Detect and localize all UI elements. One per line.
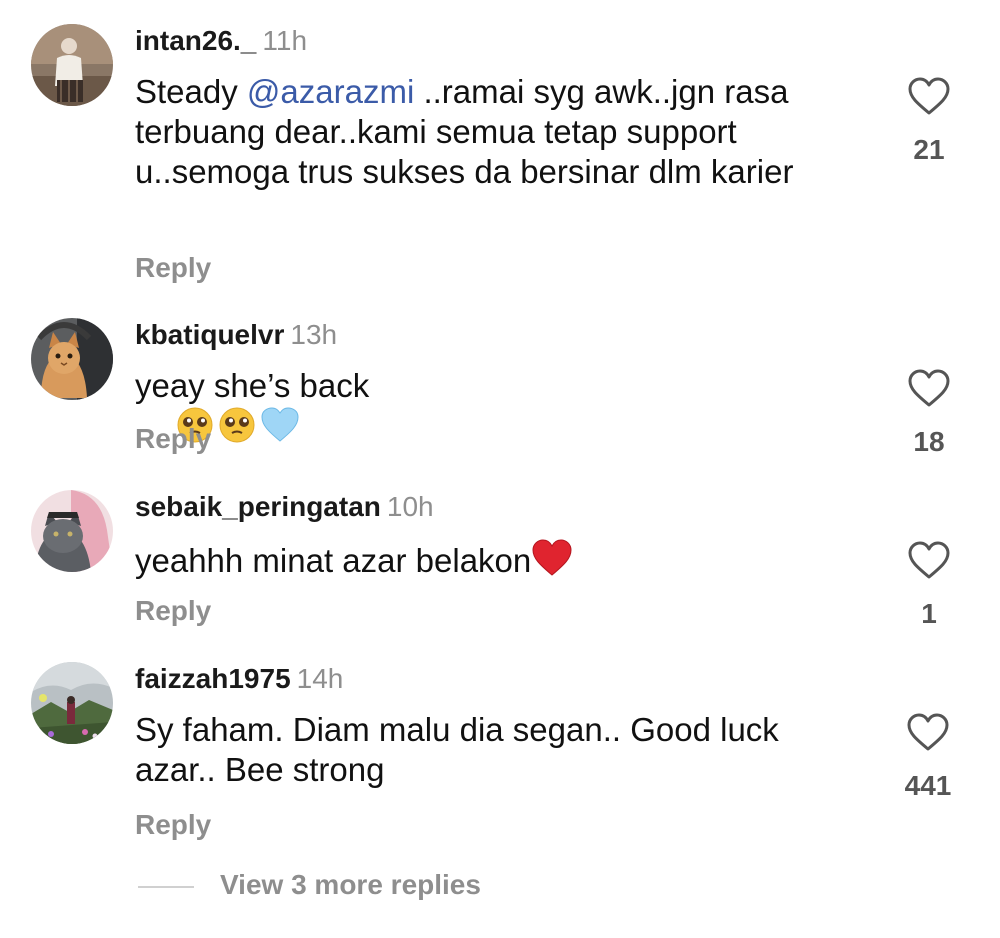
comment-item: faizzah1975 14h Sy faham. Diam malu dia s… (0, 662, 1000, 852)
like-count: 441 (904, 770, 952, 801)
like-control: 21 (894, 76, 964, 166)
avatar-cat-icon (31, 318, 113, 400)
like-count: 21 (913, 134, 945, 165)
comment-text-part: Steady (135, 73, 247, 110)
username[interactable]: sebaik_peringatan (135, 491, 381, 522)
comment-item: sebaik_peringatan 10h yeahhh minat azar b… (0, 490, 1000, 640)
timestamp: 13h (290, 319, 338, 350)
comment-header: sebaik_peringatan 10h (135, 490, 434, 524)
timestamp: 10h (386, 491, 434, 522)
heart-icon[interactable] (906, 712, 950, 752)
comment-text: yeahhh minat azar belakon (135, 538, 875, 621)
avatar[interactable] (31, 490, 113, 572)
comment-text: Steady @azarazmi ..ramai syg awk..jgn ra… (135, 72, 855, 192)
comment-header: kbatiquelvr 13h (135, 318, 337, 352)
reply-button[interactable]: Reply (135, 422, 211, 456)
red-heart-emoji-icon (532, 539, 572, 576)
avatar[interactable] (31, 24, 113, 106)
reply-button[interactable]: Reply (135, 594, 211, 628)
like-control: 18 (894, 368, 964, 458)
username[interactable]: kbatiquelvr (135, 319, 284, 350)
reply-button[interactable]: Reply (135, 808, 211, 842)
comment-item: intan26._ 11h Steady @azarazmi ..ramai sy… (0, 24, 1000, 294)
like-control: 441 (886, 712, 970, 802)
comment-text-part: yeahhh minat azar belakon (135, 542, 532, 579)
heart-icon[interactable] (907, 76, 951, 116)
comment-text-part: Sy faham. Diam malu dia segan.. Good luc… (135, 711, 788, 788)
reply-button[interactable]: Reply (135, 251, 211, 285)
comment-header: intan26._ 11h (135, 24, 307, 58)
comment-text-part: yeay she’s back (135, 367, 370, 404)
like-count: 18 (913, 426, 945, 457)
comment-text: Sy faham. Diam malu dia segan.. Good luc… (135, 710, 855, 790)
view-more-replies-button[interactable]: View 3 more replies (220, 868, 481, 902)
avatar-photo-icon (31, 24, 113, 106)
comment-item: kbatiquelvr 13h yeay she’s back Reply 18 (0, 318, 1000, 468)
heart-icon[interactable] (907, 540, 951, 580)
comment-header: faizzah1975 14h (135, 662, 343, 696)
timestamp: 14h (296, 663, 344, 694)
avatar-landscape-icon (31, 662, 113, 744)
divider-line (138, 886, 194, 888)
like-control: 1 (894, 540, 964, 630)
avatar-cat-icon (31, 490, 113, 572)
pleading-face-emoji-icon (219, 407, 255, 443)
timestamp: 11h (262, 25, 308, 56)
avatar[interactable] (31, 318, 113, 400)
view-more-replies[interactable]: View 3 more replies (138, 866, 638, 906)
mention-link[interactable]: @azarazmi (247, 73, 414, 110)
username[interactable]: intan26._ (135, 25, 256, 56)
like-count: 1 (921, 598, 937, 629)
username[interactable]: faizzah1975 (135, 663, 291, 694)
comment-text: yeay she’s back (135, 366, 875, 487)
light-blue-heart-emoji-icon (261, 407, 299, 442)
heart-icon[interactable] (907, 368, 951, 408)
avatar[interactable] (31, 662, 113, 744)
